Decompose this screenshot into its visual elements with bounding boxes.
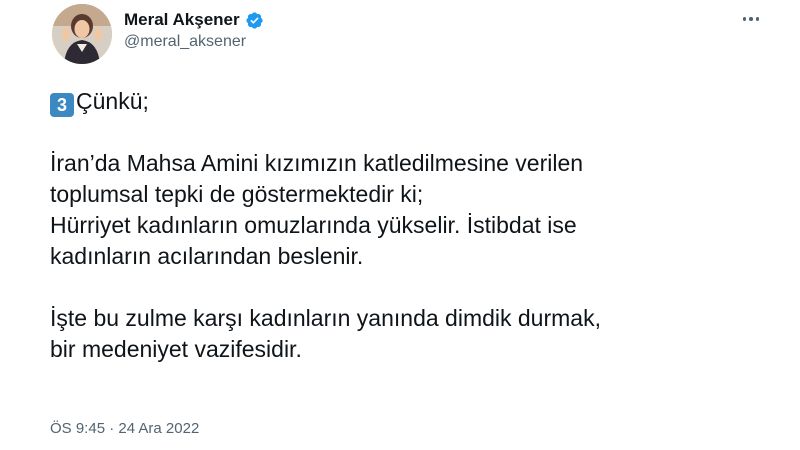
tweet-timestamp[interactable]: ÖS 9:45 · 24 Ara 2022: [50, 420, 199, 437]
tweet-time: ÖS 9:45: [50, 420, 106, 437]
intro-text: Çünkü;: [76, 88, 149, 114]
tweet-card: Meral Akşener @meral_aksener 3 Çünkü; İra…: [0, 0, 800, 450]
keycap-3-icon: 3: [50, 93, 74, 117]
tweet-line-5: İşte bu zulme karşı kadınların yanında d…: [50, 305, 601, 331]
tweet-line-3: Hürriyet kadınların omuzlarında yükselir…: [50, 212, 577, 238]
tweet-line-1: İran’da Mahsa Amini kızımızın katledilme…: [50, 150, 584, 176]
author-handle[interactable]: @meral_aksener: [124, 33, 264, 51]
tweet-line-6: bir medeniyet vazifesidir.: [50, 336, 302, 362]
avatar[interactable]: [52, 4, 112, 64]
tweet-date: 24 Ara 2022: [118, 420, 200, 437]
author-block: Meral Akşener @meral_aksener: [124, 10, 264, 51]
meta-separator: ·: [105, 420, 119, 437]
author-name-row: Meral Akşener: [124, 10, 264, 30]
tweet-line-4: kadınların acılarından beslenir.: [50, 243, 364, 269]
tweet-text: 3 Çünkü; İran’da Mahsa Amini kızımızın ka…: [50, 86, 770, 365]
more-horizontal-icon[interactable]: [740, 10, 762, 28]
author-name[interactable]: Meral Akşener: [124, 10, 240, 30]
tweet-intro: 3 Çünkü;: [50, 86, 770, 117]
verified-badge-icon: [245, 11, 263, 29]
tweet-line-2: toplumsal tepki de göstermektedir ki;: [50, 181, 424, 207]
avatar-image: [52, 4, 112, 64]
